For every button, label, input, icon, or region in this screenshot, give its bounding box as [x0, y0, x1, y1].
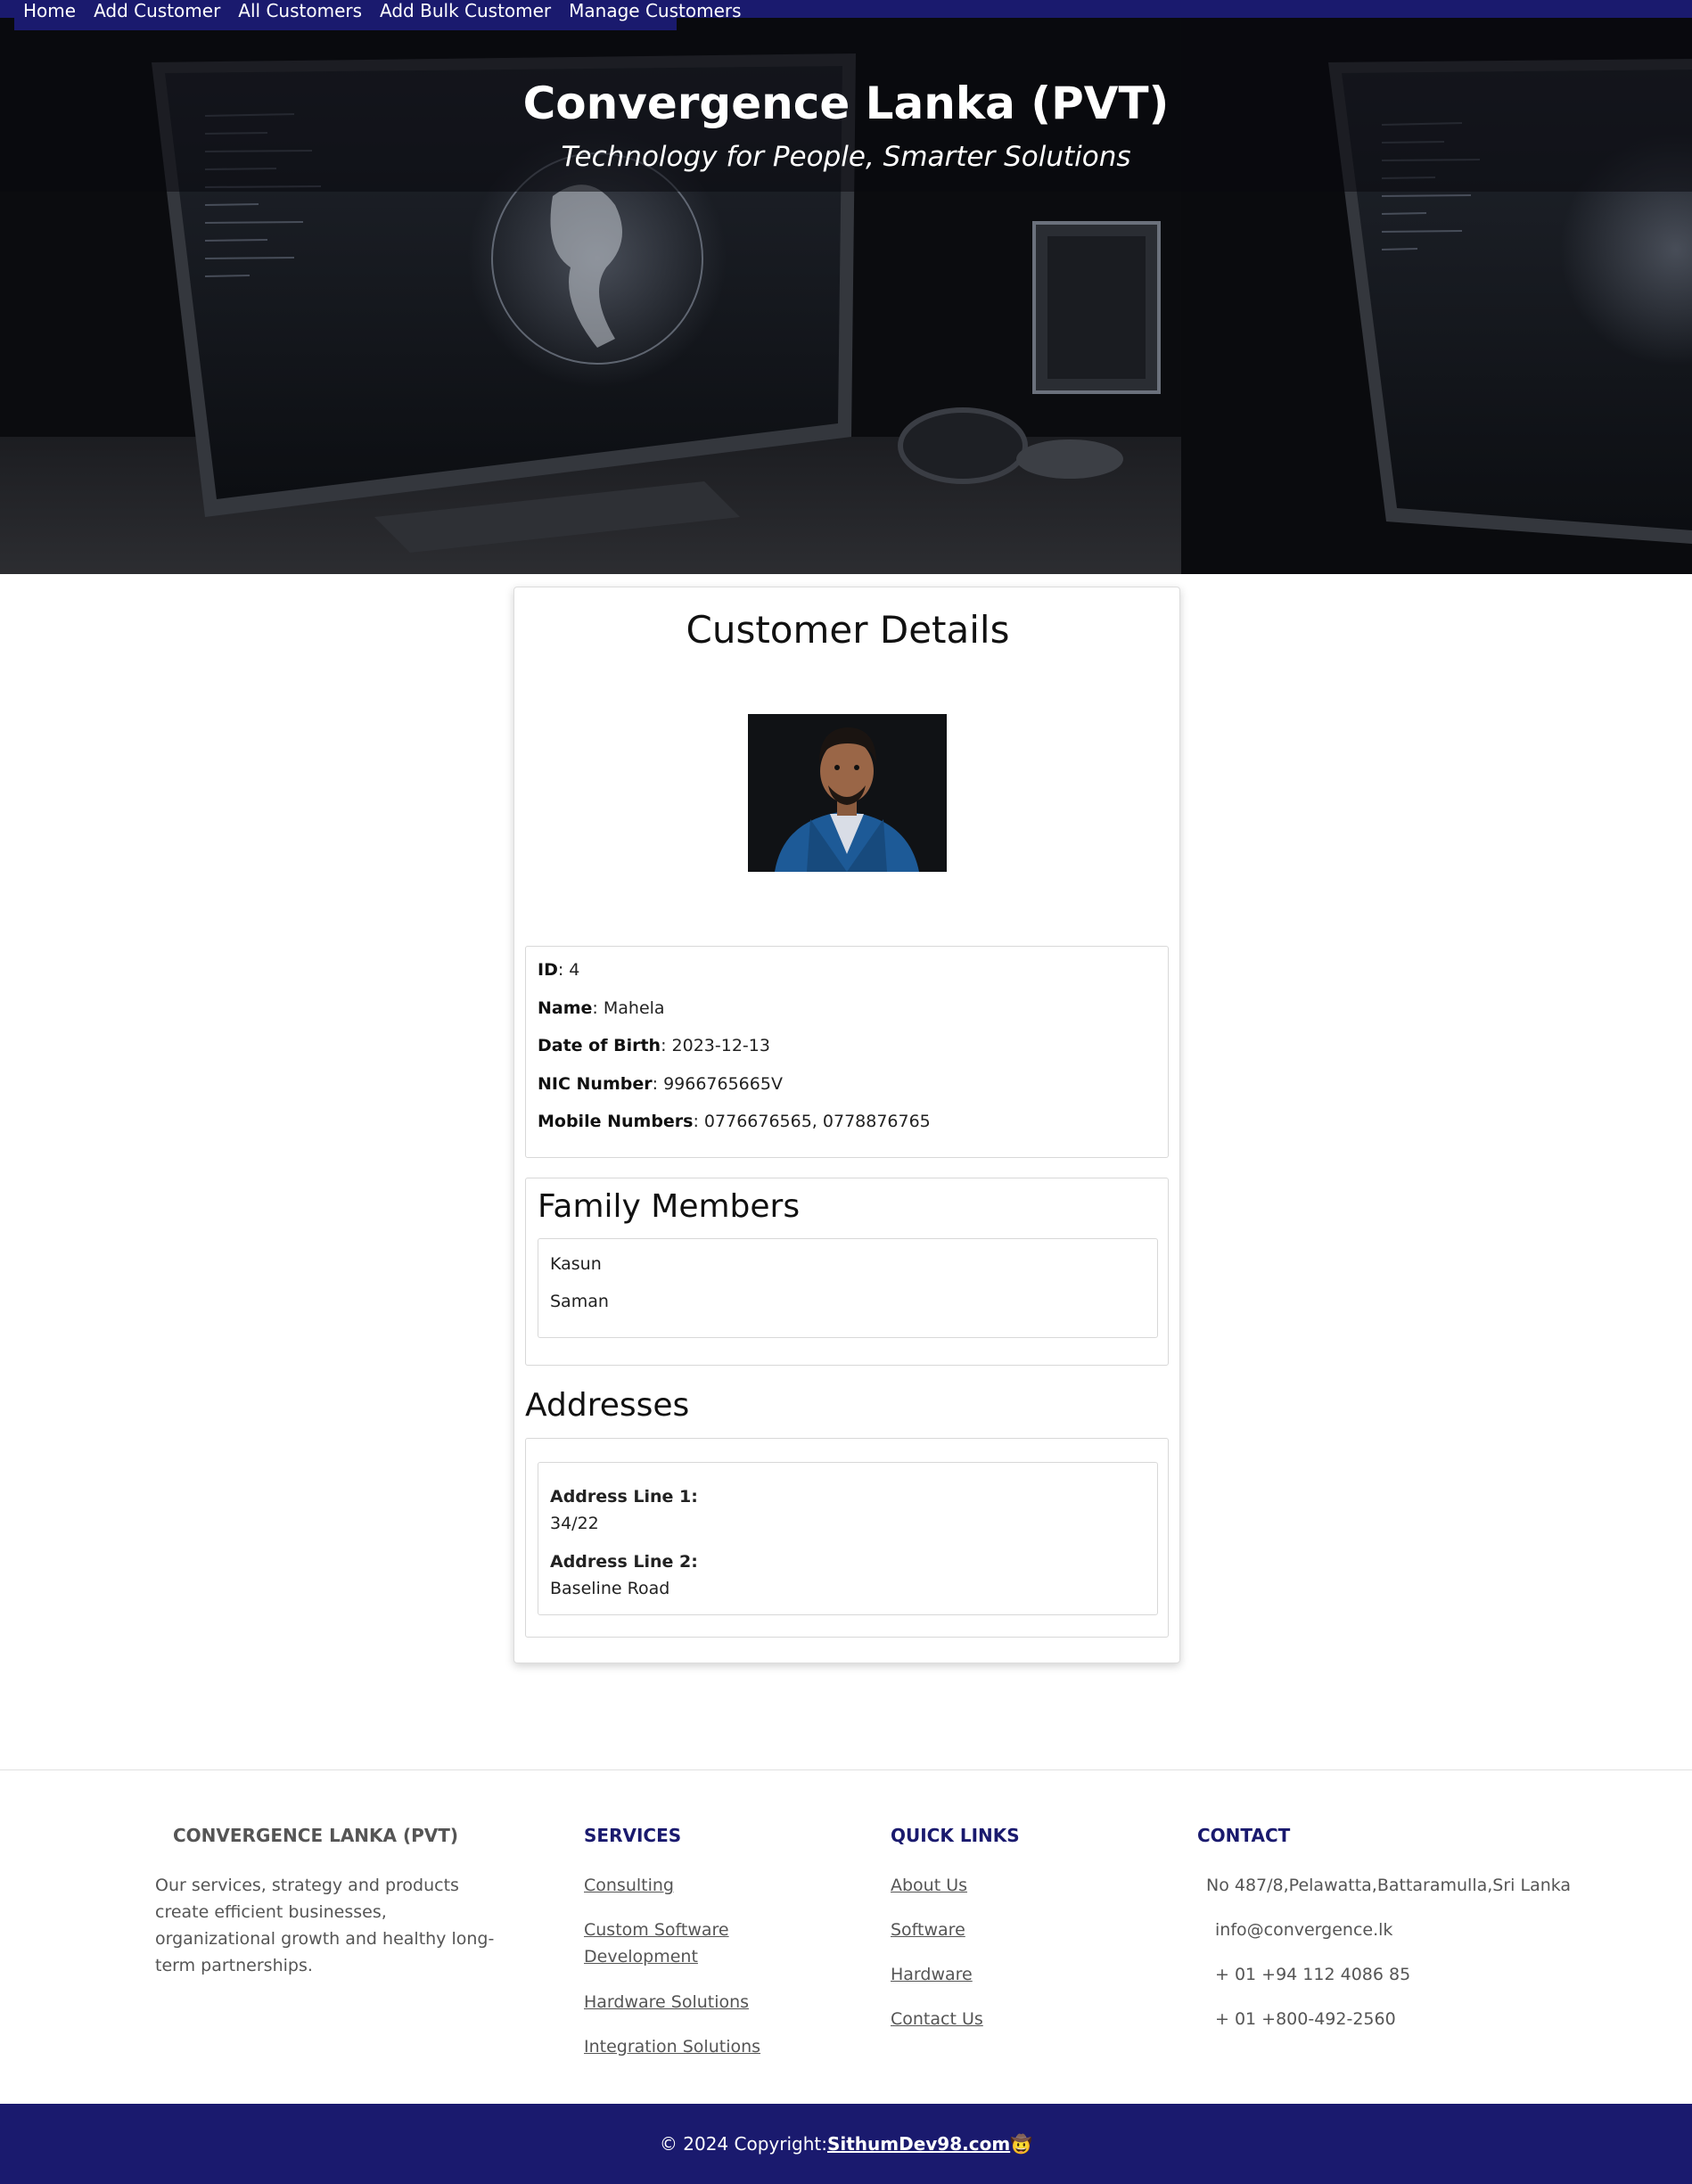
nav-home[interactable]: Home: [14, 0, 85, 21]
footer-quick-links-heading: QUICK LINKS: [891, 1825, 1020, 1846]
family-members-list: Kasun Saman: [538, 1238, 1158, 1338]
page-title: Customer Details: [686, 608, 1010, 652]
id-row: ID: 4: [538, 960, 580, 980]
copyright-text: © 2024 Copyright:: [659, 2133, 827, 2155]
main-nav: Home Add Customer All Customers Add Bulk…: [14, 0, 742, 30]
footer-link-consulting[interactable]: Consulting: [584, 1872, 674, 1899]
nav-add-bulk-customer[interactable]: Add Bulk Customer: [371, 0, 560, 21]
footer-contact-address: No 487/8,Pelawatta,Battaramulla,Sri Lank…: [1206, 1876, 1572, 1895]
footer-contact-phone-2: + 01 +800-492-2560: [1215, 2009, 1396, 2029]
list-item: Kasun: [550, 1254, 602, 1274]
nav-all-customers[interactable]: All Customers: [229, 0, 371, 21]
footer-link-custom-software[interactable]: Custom Software Development: [584, 1917, 753, 1970]
footer-divider: [0, 1769, 1692, 1770]
hero-subtitle: Technology for People, Smarter Solutions: [561, 141, 1131, 173]
footer-link-about-us[interactable]: About Us: [891, 1872, 967, 1899]
footer-contact-email: info@convergence.lk: [1215, 1920, 1393, 1940]
footer-contact-phone-1: + 01 +94 112 4086 85: [1215, 1965, 1411, 1984]
cowboy-emoji-icon: 🤠: [1010, 2133, 1033, 2155]
copyright-link[interactable]: SithumDev98.com: [827, 2133, 1010, 2155]
footer-company-description: Our services, strategy and products crea…: [155, 1876, 495, 1975]
addresses-section: Address Line 1: 34/22 Address Line 2: Ba…: [525, 1438, 1169, 1638]
family-members-title: Family Members: [538, 1188, 801, 1225]
customer-info-box: ID: 4 Name: Mahela Date of Birth: 2023-1…: [525, 946, 1169, 1158]
customer-details-card: Customer Details ID: 4 Name: Mahela Date…: [513, 587, 1180, 1663]
footer-link-integration-solutions[interactable]: Integration Solutions: [584, 2033, 760, 2060]
nav-add-customer[interactable]: Add Customer: [85, 0, 229, 21]
footer-contact-heading: CONTACT: [1197, 1825, 1291, 1846]
hero-banner: Convergence Lanka (PVT) Technology for P…: [0, 18, 1692, 574]
footer-link-hardware[interactable]: Hardware: [891, 1961, 973, 1988]
footer-link-contact-us[interactable]: Contact Us: [891, 2006, 983, 2032]
address-line2-value: Baseline Road: [550, 1579, 670, 1598]
mobile-row: Mobile Numbers: 0776676565, 0778876765: [538, 1112, 931, 1131]
nav-manage-customers[interactable]: Manage Customers: [560, 0, 750, 21]
address-line1-label: Address Line 1:: [550, 1487, 698, 1507]
nic-row: NIC Number: 9966765665V: [538, 1074, 783, 1094]
family-members-section: Family Members Kasun Saman: [525, 1178, 1169, 1366]
address-line1-value: 34/22: [550, 1514, 599, 1533]
footer-link-hardware-solutions[interactable]: Hardware Solutions: [584, 1989, 749, 2016]
address-line2-label: Address Line 2:: [550, 1552, 698, 1572]
customer-photo: [748, 714, 947, 872]
avatar: [748, 714, 947, 872]
list-item: Saman: [550, 1292, 609, 1311]
copyright-bar: © 2024 Copyright:SithumDev98.com🤠: [0, 2104, 1692, 2184]
footer-services-heading: SERVICES: [584, 1825, 682, 1846]
name-row: Name: Mahela: [538, 998, 665, 1018]
hero-title: Convergence Lanka (PVT): [522, 78, 1170, 129]
addresses-title: Addresses: [525, 1387, 690, 1424]
address-card: Address Line 1: 34/22 Address Line 2: Ba…: [538, 1462, 1158, 1615]
footer-link-software[interactable]: Software: [891, 1917, 965, 1943]
dob-row: Date of Birth: 2023-12-13: [538, 1036, 770, 1055]
footer-company-heading: CONVERGENCE LANKA (PVT): [173, 1825, 459, 1846]
